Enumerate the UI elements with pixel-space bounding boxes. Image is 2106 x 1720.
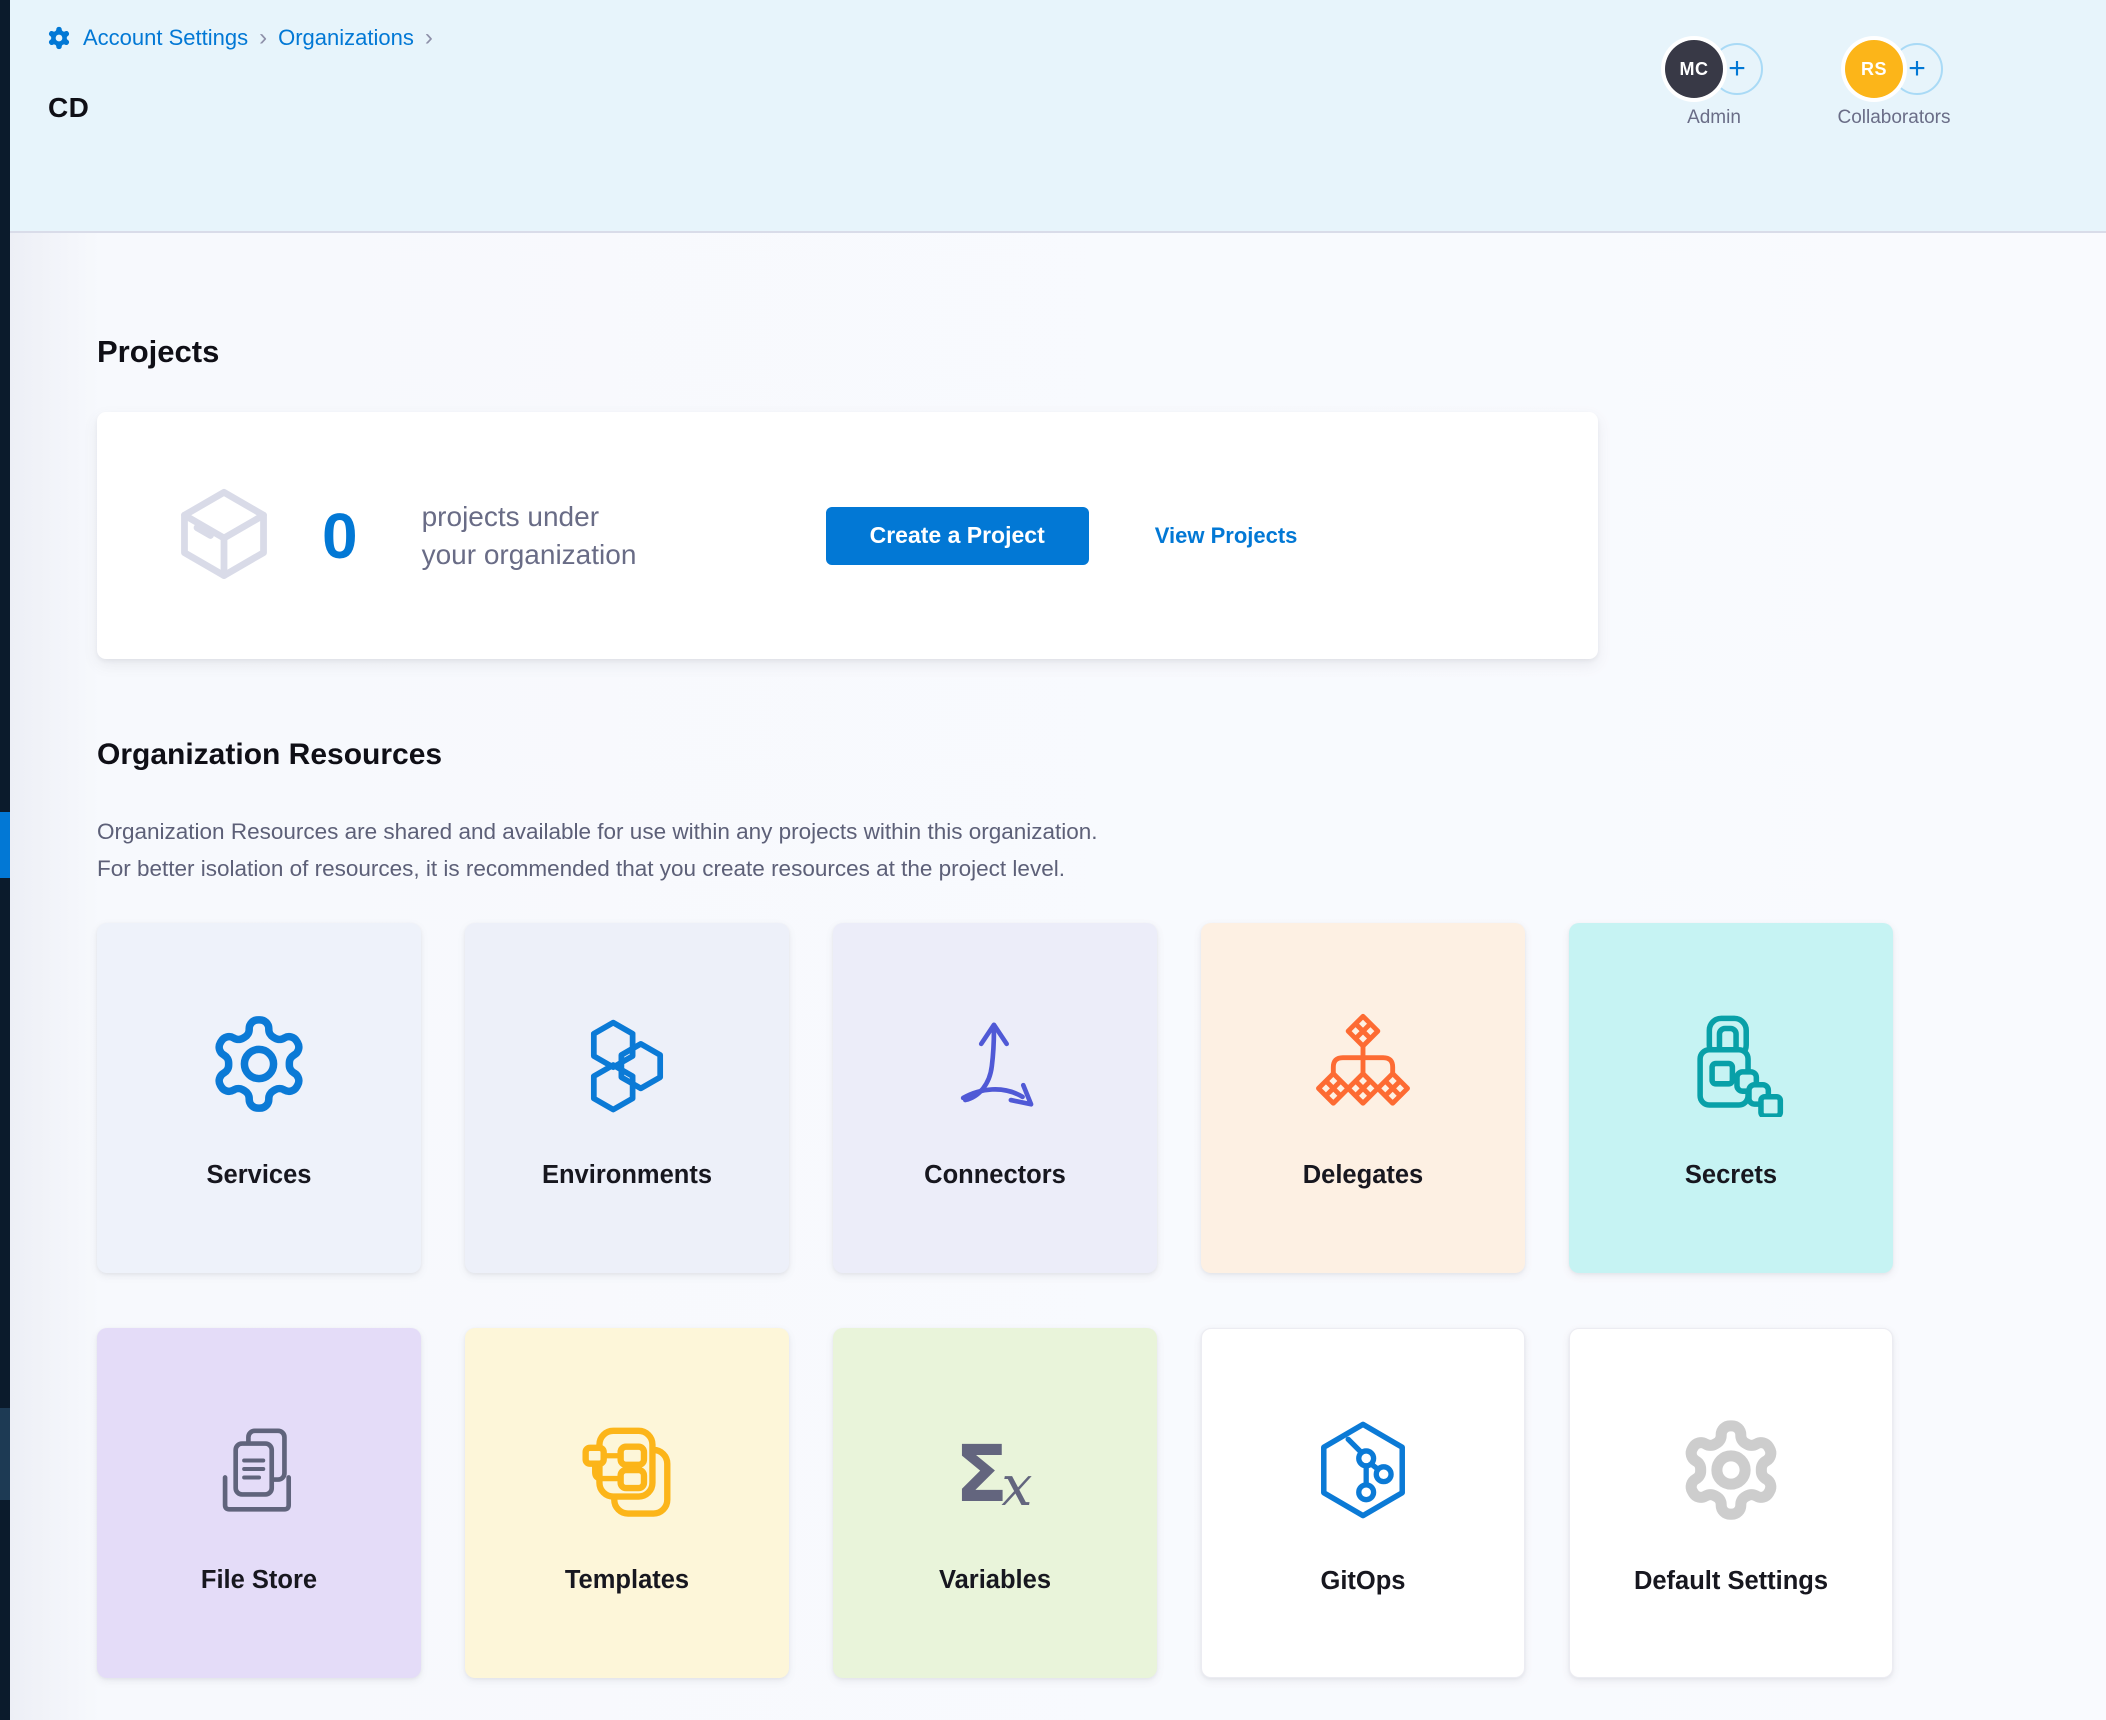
resource-card-label: Services	[207, 1161, 312, 1190]
resource-card-default-settings[interactable]: Default Settings	[1569, 1328, 1893, 1678]
breadcrumb-separator: ›	[425, 24, 433, 52]
breadcrumb-organizations[interactable]: Organizations	[278, 25, 414, 51]
breadcrumb-separator: ›	[259, 24, 267, 52]
caption-line-1: projects under	[422, 498, 684, 536]
collaborators-group: RS + Collaborators	[1833, 40, 1955, 129]
resource-card-delegates[interactable]: Delegates	[1201, 923, 1525, 1273]
resource-card-label: Delegates	[1303, 1161, 1423, 1190]
resource-card-label: GitOps	[1320, 1567, 1405, 1596]
admin-label: Admin	[1687, 107, 1741, 129]
org-overview-screen: Account Settings › Organizations › CD MC…	[0, 0, 2106, 1720]
connectors-arrows-icon	[942, 1011, 1048, 1117]
resources-description-line-1: Organization Resources are shared and av…	[97, 814, 1098, 851]
resource-card-label: File Store	[201, 1566, 317, 1595]
project-count-caption: projects under your organization	[422, 498, 684, 574]
project-count: 0	[322, 504, 358, 568]
resource-card-services[interactable]: Services	[97, 923, 421, 1273]
delegates-tree-icon	[1310, 1011, 1416, 1117]
left-nav-rail[interactable]	[0, 0, 10, 1720]
environments-hexagons-icon	[574, 1011, 680, 1117]
resource-card-label: Secrets	[1685, 1161, 1777, 1190]
admin-avatar[interactable]: MC	[1665, 40, 1723, 98]
projects-summary-card: 0 projects under your organization Creat…	[97, 412, 1598, 659]
collaborator-avatar[interactable]: RS	[1845, 40, 1903, 98]
create-project-button[interactable]: Create a Project	[826, 507, 1089, 565]
projects-heading: Projects	[97, 334, 219, 370]
svg-text:x: x	[1001, 1454, 1032, 1518]
resource-card-secrets[interactable]: Secrets	[1569, 923, 1893, 1273]
services-gear-icon	[206, 1011, 312, 1117]
breadcrumb: Account Settings › Organizations ›	[46, 24, 433, 52]
resource-card-environments[interactable]: Environments	[465, 923, 789, 1273]
variables-sigma-icon: Σ x	[942, 1416, 1048, 1522]
left-nav-active-indicator	[0, 812, 10, 878]
resources-heading: Organization Resources	[97, 738, 442, 772]
file-store-documents-icon	[206, 1416, 312, 1522]
admin-group: MC + Admin	[1653, 40, 1775, 129]
resource-card-label: Variables	[939, 1566, 1051, 1595]
gitops-branch-icon	[1310, 1417, 1416, 1523]
resources-description-line-2: For better isolation of resources, it is…	[97, 851, 1098, 888]
resource-card-gitops[interactable]: GitOps	[1201, 1328, 1525, 1678]
resource-card-templates[interactable]: Templates	[465, 1328, 789, 1678]
resource-card-label: Templates	[565, 1566, 689, 1595]
view-projects-link[interactable]: View Projects	[1155, 523, 1298, 549]
templates-pages-icon	[574, 1416, 680, 1522]
page-header: Account Settings › Organizations › CD MC…	[10, 0, 2106, 233]
default-settings-gear-icon	[1678, 1417, 1784, 1523]
resources-description: Organization Resources are shared and av…	[97, 814, 1098, 887]
project-cube-icon	[172, 484, 276, 588]
resource-card-connectors[interactable]: Connectors	[833, 923, 1157, 1273]
caption-line-2: your organization	[422, 536, 684, 574]
left-nav-section-shade	[0, 1408, 10, 1500]
page-title: CD	[48, 92, 89, 124]
secrets-lock-icon	[1678, 1011, 1784, 1117]
collaborators-label: Collaborators	[1838, 107, 1951, 129]
resource-card-label: Default Settings	[1634, 1567, 1828, 1596]
resources-grid: Services Environments Connectors	[97, 923, 1893, 1678]
gear-icon	[46, 25, 72, 51]
resource-card-label: Environments	[542, 1161, 712, 1190]
svg-text:Σ: Σ	[955, 1429, 1009, 1520]
resource-card-file-store[interactable]: File Store	[97, 1328, 421, 1678]
breadcrumb-account-settings[interactable]: Account Settings	[83, 25, 248, 51]
resource-card-label: Connectors	[924, 1161, 1066, 1190]
resource-card-variables[interactable]: Σ x Variables	[833, 1328, 1157, 1678]
